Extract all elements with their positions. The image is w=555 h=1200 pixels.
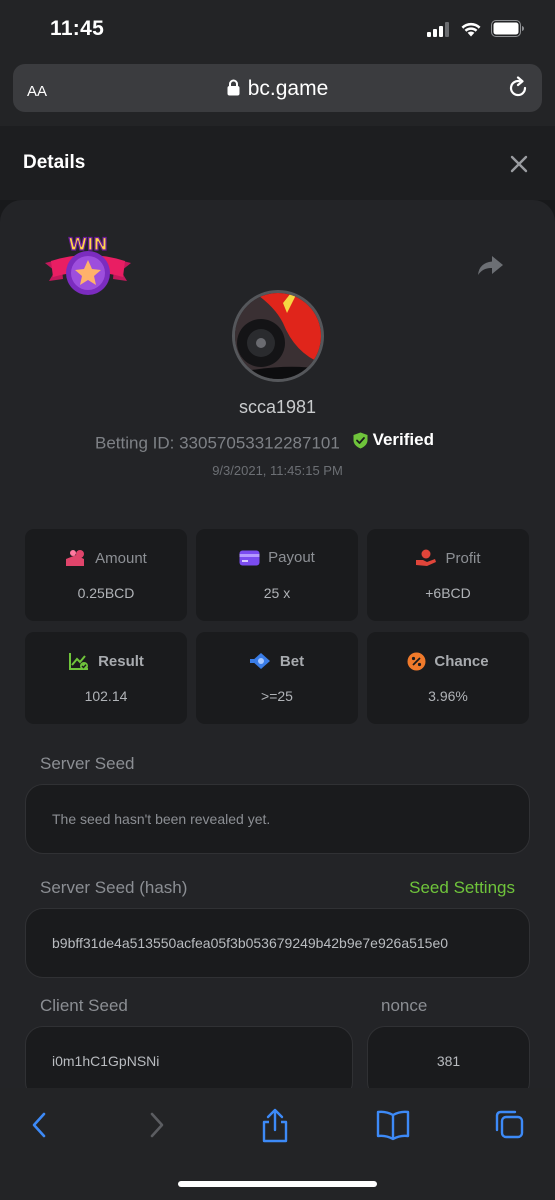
shield-check-icon [353,432,368,448]
stat-label: Result [98,653,144,670]
stat-label-row: Bet [196,652,358,670]
address-bar[interactable]: AA bc.game [13,64,542,112]
stat-label-row: Amount [25,549,187,567]
stat-label-row: Profit [367,549,529,567]
home-indicator[interactable] [178,1181,377,1187]
chart-check-icon [69,653,89,670]
status-time: 11:45 [50,17,105,40]
betting-id: Betting ID: 33057053312287101 [95,433,340,453]
page-title: Details [23,152,86,173]
bookmarks-icon[interactable] [375,1108,411,1142]
card-icon [239,550,260,565]
percent-icon [407,652,426,671]
betting-id-row: Betting ID: 33057053312287101 Verified [95,430,434,454]
username: scca1981 [238,397,317,417]
cellular-signal-icon [427,21,449,37]
share-icon[interactable] [476,254,504,278]
forward-icon[interactable] [146,1108,168,1142]
win-badge-label: WIN [68,235,107,255]
hand-coin-icon [416,549,437,566]
server-seed-hash-value: b9bff31de4a513550acfea05f3b053679249b42b… [52,935,449,951]
browser-chrome-top: AA bc.game [0,62,555,126]
nonce-value: 381 [436,1053,461,1069]
stat-value: +6BCD [425,585,471,601]
verified-badge: Verified [353,430,434,450]
stat-amount: Amount 0.25BCD [25,529,187,621]
server-seed-value: The seed hasn't been revealed yet. [52,811,271,827]
stat-label-row: Chance [367,652,529,671]
stat-profit: Profit +6BCD [367,529,529,621]
client-seed-label: Client Seed [40,996,128,1015]
lock-icon [227,79,240,96]
stat-bet: Bet >=25 [196,632,358,724]
system-icons [427,20,525,37]
client-seed-value: i0m1hC1GpNSNi [52,1053,160,1069]
stat-label: Profit [445,549,481,567]
server-seed-label: Server Seed [40,754,135,773]
win-badge: WIN [45,234,131,295]
wifi-icon [461,22,481,36]
battery-icon [491,20,524,37]
details-header: Details [0,126,555,200]
stat-label: Bet [279,652,305,670]
stat-value: >=25 [261,688,293,704]
stat-value: 3.96% [428,688,468,704]
close-icon[interactable] [509,154,529,174]
verified-label: Verified [372,430,434,449]
url-text: bc.game [247,77,329,100]
bet-timestamp: 9/3/2021, 11:45:15 PM [212,463,343,478]
stat-label-row: Result [25,652,187,671]
stat-label: Payout [268,549,315,566]
stat-value: 25 x [263,585,291,601]
stat-value: 102.14 [84,688,128,704]
stat-value: 0.25BCD [77,585,135,601]
tabs-icon[interactable] [493,1108,527,1142]
stat-label: Chance [434,653,489,670]
stat-payout: Payout 25 x [196,529,358,621]
server-seed-hash-field[interactable]: b9bff31de4a513550acfea05f3b053679249b42b… [25,908,530,978]
stat-label: Amount [95,549,147,567]
stat-result: Result 102.14 [25,632,187,724]
back-icon[interactable] [28,1108,50,1142]
stat-chance: Chance 3.96% [367,632,529,724]
avatar [232,290,324,382]
ticket-icon [249,653,270,669]
avatar-image [235,293,321,379]
seed-settings-link[interactable]: Seed Settings [409,878,515,898]
nonce-label: nonce [381,996,428,1015]
status-bar: 11:45 [0,0,555,62]
server-seed-hash-label: Server Seed (hash) [40,878,188,897]
url-field[interactable]: bc.game [13,77,542,101]
coins-icon [66,550,85,566]
reload-icon[interactable] [506,76,530,100]
stat-label-row: Payout [196,549,358,566]
share-sheet-icon[interactable] [258,1108,292,1144]
server-seed-field: The seed hasn't been revealed yet. [25,784,530,854]
